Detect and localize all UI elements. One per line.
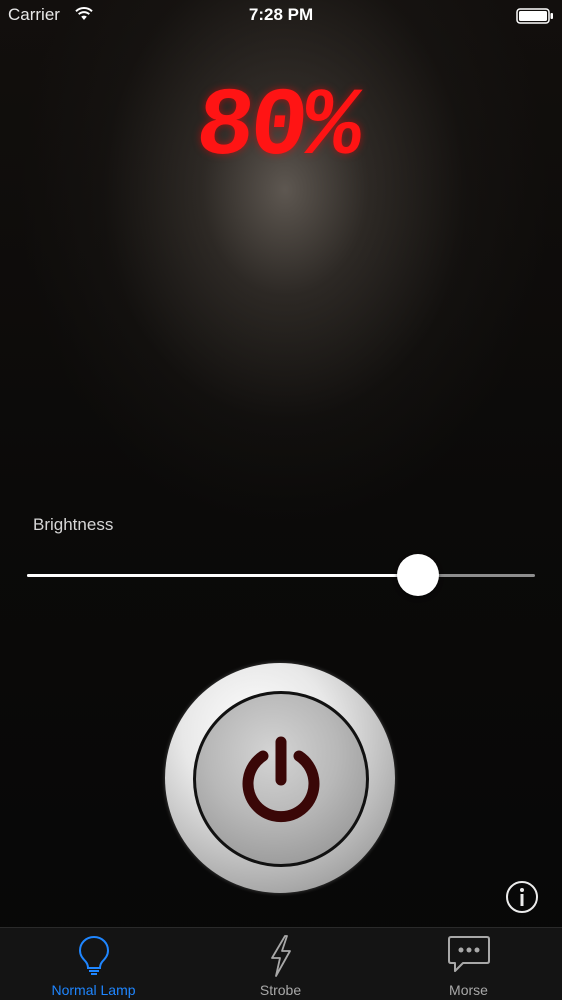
status-bar: Carrier 7:28 PM [0,0,562,32]
tab-label: Normal Lamp [51,982,136,998]
brightness-slider[interactable] [27,552,535,598]
power-button[interactable] [165,663,395,893]
percent-value: 80% [190,73,364,182]
info-icon [505,881,539,918]
lightbulb-icon [77,934,111,981]
tab-morse[interactable]: Morse [375,928,562,1000]
lightning-icon [268,934,294,983]
info-button[interactable] [505,880,539,914]
tab-normal-lamp[interactable]: Normal Lamp [0,928,187,1000]
power-icon [236,734,326,829]
slider-thumb[interactable] [397,554,439,596]
tab-label: Morse [449,982,488,998]
power-button-face[interactable] [193,691,369,867]
brightness-label: Brightness [33,515,114,534]
flashlight-screen: Carrier 7:28 PM 80% Brightness Normal La… [0,0,562,1000]
slider-fill [27,574,418,577]
brightness-percent-display: 80% [152,72,402,184]
tab-label: Strobe [259,982,302,998]
battery-icon [516,8,554,29]
chat-bubble-icon [447,934,491,979]
tab-strobe[interactable]: Strobe [187,928,374,1000]
tab-bar: Normal Lamp Strobe Morse [0,927,562,1000]
status-time: 7:28 PM [248,5,314,24]
